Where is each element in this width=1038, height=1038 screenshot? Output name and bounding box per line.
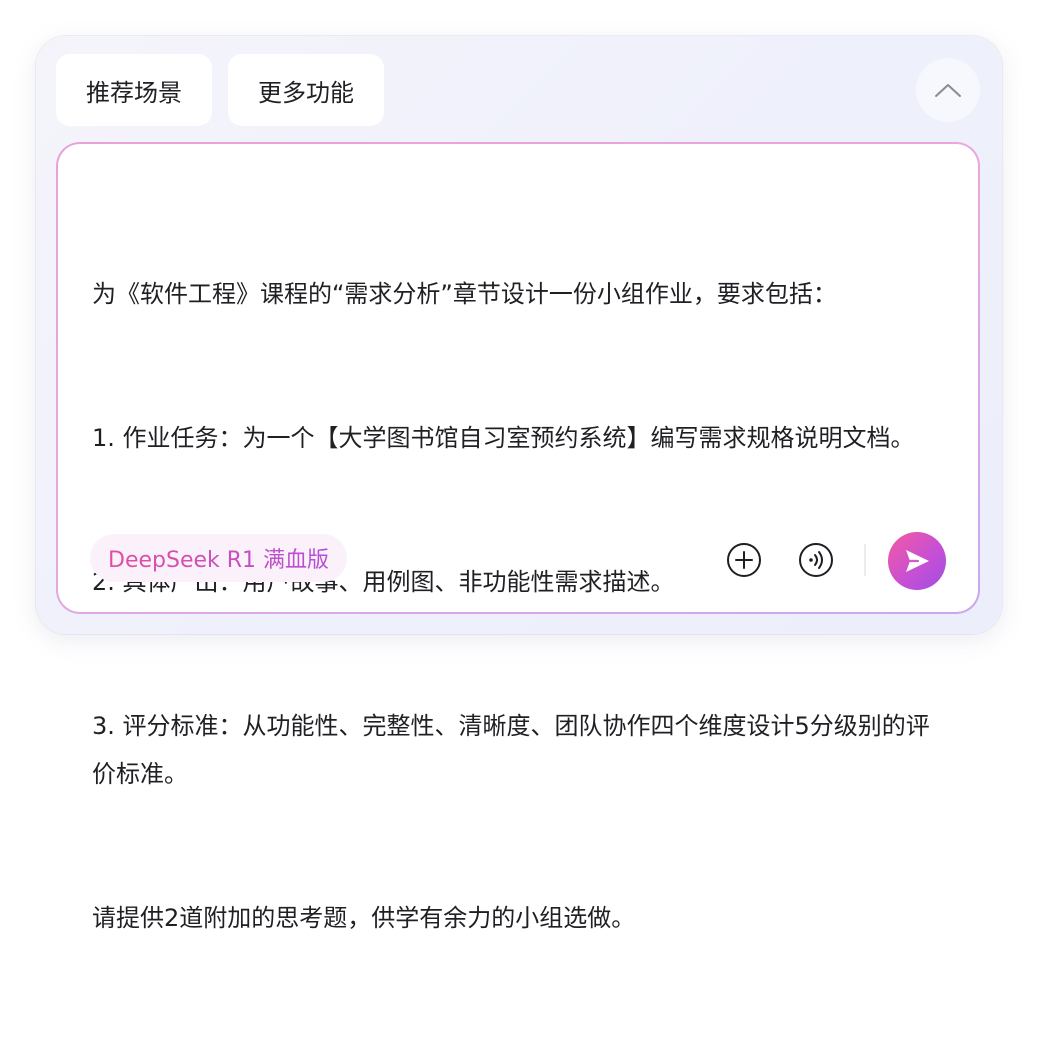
recommended-scenes-label: 推荐场景 — [86, 78, 182, 107]
add-attachment-button[interactable] — [724, 540, 764, 580]
prompt-line: 1. 作业任务：为一个【大学图书馆自习室预约系统】编写需求规格说明文档。 — [92, 424, 915, 452]
toolbar-divider — [864, 544, 866, 576]
plus-circle-icon — [727, 543, 761, 577]
model-label: DeepSeek R1 满血版 — [108, 542, 329, 574]
collapse-button[interactable] — [916, 58, 980, 122]
prompt-line: 为《软件工程》课程的“需求分析”章节设计一份小组作业，要求包括： — [92, 280, 837, 308]
chevron-up-icon — [935, 84, 961, 97]
prompt-input-area[interactable]: 为《软件工程》课程的“需求分析”章节设计一份小组作业，要求包括： 1. 作业任务… — [56, 142, 980, 932]
more-features-label: 更多功能 — [258, 78, 354, 107]
prompt-line: 3. 评分标准：从功能性、完整性、清晰度、团队协作四个维度设计5分级别的评价标准… — [92, 712, 930, 788]
more-features-button[interactable]: 更多功能 — [228, 54, 384, 126]
chat-composer-panel: 推荐场景 更多功能 为《软件工程》课程的“需求分析”章节设计一份小组作业，要求包… — [36, 36, 1002, 932]
voice-input-icon — [799, 543, 833, 577]
send-button[interactable] — [888, 532, 946, 590]
model-selector[interactable]: DeepSeek R1 满血版 — [90, 534, 348, 582]
prompt-line: 请提供2道附加的思考题，供学有余力的小组选做。 — [92, 904, 636, 932]
recommended-scenes-button[interactable]: 推荐场景 — [56, 54, 212, 126]
voice-input-button[interactable] — [796, 540, 836, 580]
send-icon — [906, 550, 929, 572]
prompt-text[interactable]: 为《软件工程》课程的“需求分析”章节设计一份小组作业，要求包括： 1. 作业任务… — [92, 174, 952, 1038]
